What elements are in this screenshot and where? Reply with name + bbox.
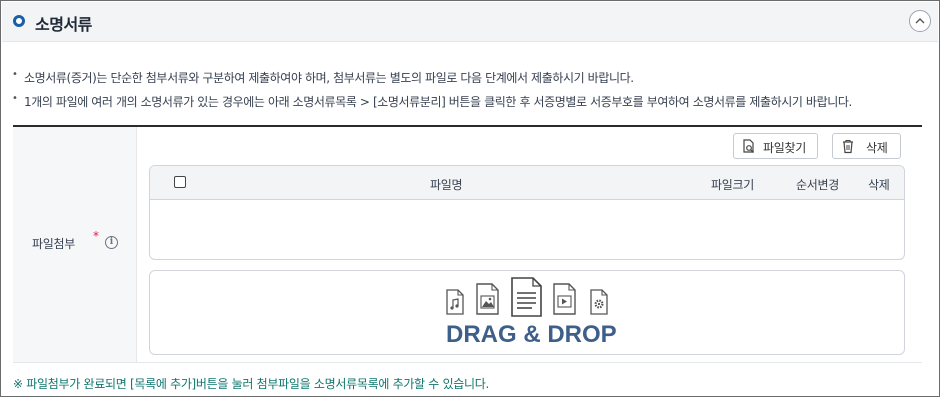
section-bullet-icon: [13, 15, 25, 27]
collapse-toggle-button[interactable]: [909, 10, 931, 32]
column-file-size: 파일크기: [711, 178, 754, 192]
note-item: 소명서류(증거)는 단순한 첨부서류와 구분하여 제출하여야 하며, 첨부서류는…: [12, 69, 852, 93]
file-table: 파일명 파일크기 순서변경 삭제: [149, 165, 905, 260]
column-delete: 삭제: [868, 178, 890, 192]
image-file-icon: [476, 283, 499, 315]
note-item: 1개의 파일에 여러 개의 소명서류가 있는 경우에는 아래 소명서류목록 > …: [12, 93, 852, 117]
find-file-button[interactable]: 파일찾기: [733, 133, 818, 159]
select-all-checkbox[interactable]: [174, 176, 186, 188]
video-file-icon: [553, 283, 576, 315]
attach-label-cell: 파일첨부 * i: [13, 127, 137, 362]
settings-file-icon: [590, 289, 608, 315]
table-bottom-divider: [13, 362, 922, 363]
drag-drop-zone[interactable]: DRAG & DROP: [149, 270, 905, 355]
trash-icon: [843, 139, 853, 154]
column-reorder: 순서변경: [796, 178, 839, 192]
section-header: 소명서류: [2, 2, 938, 42]
file-table-header: 파일명 파일크기 순서변경 삭제: [150, 166, 904, 200]
attachment-panel: 소명서류 소명서류(증거)는 단순한 첨부서류와 구분하여 제출하여야 하며, …: [0, 0, 940, 397]
column-file-name: 파일명: [430, 178, 463, 192]
file-search-icon: [743, 139, 754, 153]
table-top-divider: [13, 125, 922, 127]
delete-button[interactable]: 삭제: [832, 133, 901, 159]
chevron-up-icon: [915, 18, 925, 24]
attach-label: 파일첨부: [32, 237, 75, 251]
document-file-icon: [511, 277, 542, 317]
info-icon[interactable]: i: [105, 236, 118, 249]
find-file-label: 파일찾기: [763, 141, 806, 155]
file-type-icons: [446, 277, 608, 317]
footnote-text: ※ 파일첨부가 완료되면 [목록에 추가]버튼을 눌러 첨부파일을 소명서류목록…: [13, 377, 490, 391]
delete-label: 삭제: [866, 141, 888, 155]
notes-list: 소명서류(증거)는 단순한 첨부서류와 구분하여 제출하여야 하며, 첨부서류는…: [12, 69, 852, 117]
section-title: 소명서류: [35, 15, 92, 34]
required-mark: *: [93, 229, 99, 243]
drag-drop-text: DRAG & DROP: [446, 321, 617, 348]
audio-file-icon: [446, 289, 464, 315]
